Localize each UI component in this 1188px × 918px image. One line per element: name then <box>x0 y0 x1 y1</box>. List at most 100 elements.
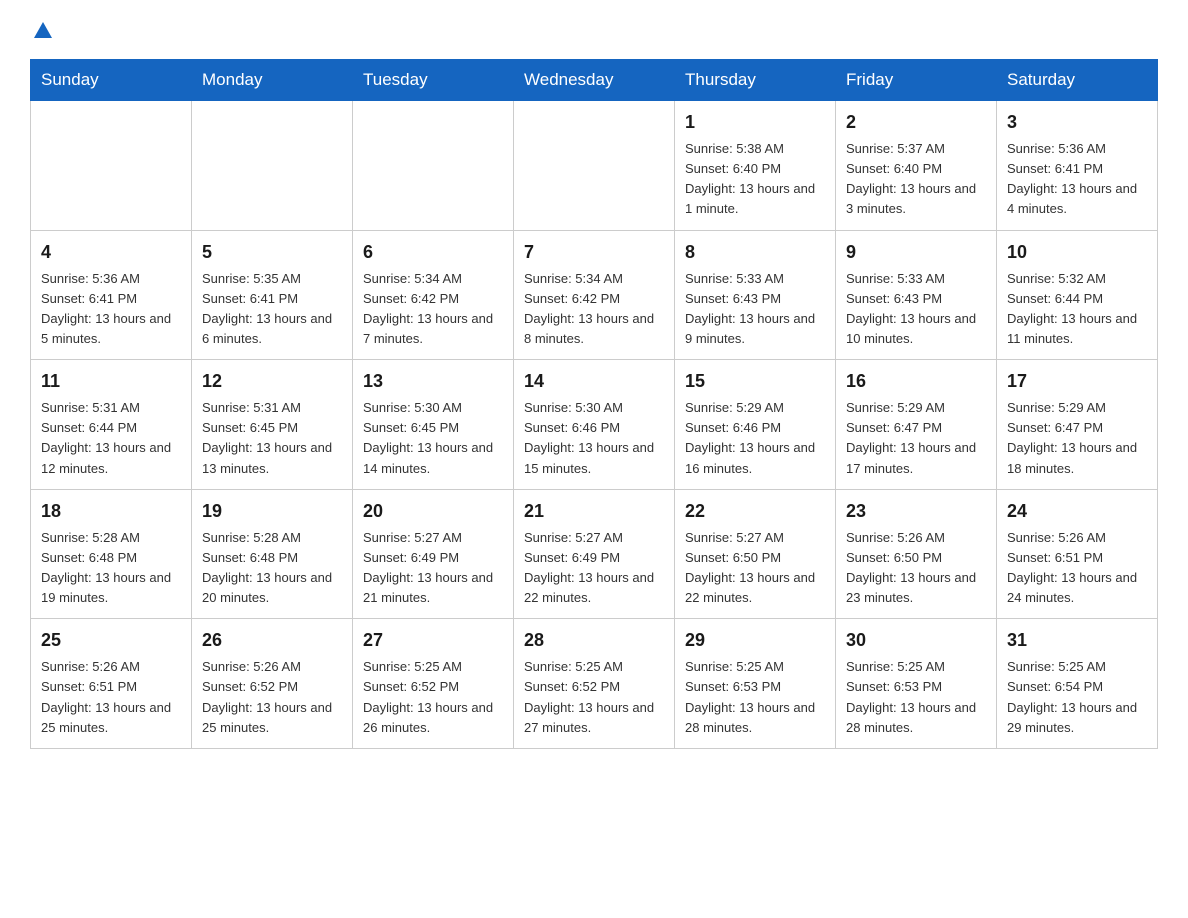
day-info: Sunrise: 5:28 AM Sunset: 6:48 PM Dayligh… <box>202 528 342 609</box>
calendar-day-cell: 4 Sunrise: 5:36 AM Sunset: 6:41 PM Daylig… <box>31 230 192 360</box>
day-number: 18 <box>41 498 181 525</box>
calendar-day-cell: 12 Sunrise: 5:31 AM Sunset: 6:45 PM Dayli… <box>192 360 353 490</box>
calendar-day-cell: 17Sunrise: 5:29 AM Sunset: 6:47 PM Dayli… <box>997 360 1158 490</box>
day-info: Sunrise: 5:26 AM Sunset: 6:52 PM Dayligh… <box>202 657 342 738</box>
calendar-day-cell: 6 Sunrise: 5:34 AM Sunset: 6:42 PM Daylig… <box>353 230 514 360</box>
calendar-day-cell: 19 Sunrise: 5:28 AM Sunset: 6:48 PM Dayli… <box>192 489 353 619</box>
weekday-header-cell: Thursday <box>675 60 836 101</box>
day-info: Sunrise: 5:25 AM Sunset: 6:52 PM Dayligh… <box>524 657 664 738</box>
logo-triangle-icon <box>32 20 54 42</box>
calendar-day-cell: 10 Sunrise: 5:32 AM Sunset: 6:44 PM Dayli… <box>997 230 1158 360</box>
day-info: Sunrise: 5:32 AM Sunset: 6:44 PM Dayligh… <box>1007 269 1147 350</box>
day-info: Sunrise: 5:30 AM Sunset: 6:46 PM Dayligh… <box>524 398 664 479</box>
calendar-day-cell: 23 Sunrise: 5:26 AM Sunset: 6:50 PM Dayli… <box>836 489 997 619</box>
day-info: Sunrise: 5:27 AM Sunset: 6:49 PM Dayligh… <box>363 528 503 609</box>
day-info: Sunrise: 5:25 AM Sunset: 6:53 PM Dayligh… <box>685 657 825 738</box>
day-number: 24 <box>1007 498 1147 525</box>
day-info: Sunrise: 5:34 AM Sunset: 6:42 PM Dayligh… <box>524 269 664 350</box>
calendar-day-cell <box>514 101 675 231</box>
calendar-day-cell: 26 Sunrise: 5:26 AM Sunset: 6:52 PM Dayli… <box>192 619 353 749</box>
day-info: Sunrise: 5:30 AM Sunset: 6:45 PM Dayligh… <box>363 398 503 479</box>
day-info: Sunrise: 5:26 AM Sunset: 6:51 PM Dayligh… <box>41 657 181 738</box>
day-number: 16 <box>846 368 986 395</box>
calendar-day-cell: 28 Sunrise: 5:25 AM Sunset: 6:52 PM Dayli… <box>514 619 675 749</box>
day-info: Sunrise: 5:25 AM Sunset: 6:54 PM Dayligh… <box>1007 657 1147 738</box>
calendar-day-cell: 29 Sunrise: 5:25 AM Sunset: 6:53 PM Dayli… <box>675 619 836 749</box>
day-info: Sunrise: 5:27 AM Sunset: 6:49 PM Dayligh… <box>524 528 664 609</box>
day-info: Sunrise: 5:36 AM Sunset: 6:41 PM Dayligh… <box>41 269 181 350</box>
page-header <box>30 20 1158 43</box>
day-info: Sunrise: 5:29 AM Sunset: 6:46 PM Dayligh… <box>685 398 825 479</box>
day-info: Sunrise: 5:33 AM Sunset: 6:43 PM Dayligh… <box>685 269 825 350</box>
day-number: 2 <box>846 109 986 136</box>
calendar-day-cell: 13 Sunrise: 5:30 AM Sunset: 6:45 PM Dayli… <box>353 360 514 490</box>
calendar-day-cell: 3 Sunrise: 5:36 AM Sunset: 6:41 PM Daylig… <box>997 101 1158 231</box>
day-info: Sunrise: 5:27 AM Sunset: 6:50 PM Dayligh… <box>685 528 825 609</box>
day-number: 21 <box>524 498 664 525</box>
calendar-day-cell: 18 Sunrise: 5:28 AM Sunset: 6:48 PM Dayli… <box>31 489 192 619</box>
weekday-header-cell: Sunday <box>31 60 192 101</box>
day-number: 22 <box>685 498 825 525</box>
day-info: Sunrise: 5:29 AM Sunset: 6:47 PM Dayligh… <box>846 398 986 479</box>
day-info: Sunrise: 5:38 AM Sunset: 6:40 PM Dayligh… <box>685 139 825 220</box>
weekday-header-cell: Tuesday <box>353 60 514 101</box>
day-number: 8 <box>685 239 825 266</box>
weekday-header-cell: Saturday <box>997 60 1158 101</box>
day-number: 20 <box>363 498 503 525</box>
calendar-day-cell: 7 Sunrise: 5:34 AM Sunset: 6:42 PM Daylig… <box>514 230 675 360</box>
day-number: 12 <box>202 368 342 395</box>
day-number: 3 <box>1007 109 1147 136</box>
day-number: 13 <box>363 368 503 395</box>
day-info: Sunrise: 5:26 AM Sunset: 6:50 PM Dayligh… <box>846 528 986 609</box>
day-number: 26 <box>202 627 342 654</box>
calendar-week-row: 11 Sunrise: 5:31 AM Sunset: 6:44 PM Dayli… <box>31 360 1158 490</box>
day-number: 6 <box>363 239 503 266</box>
day-info: Sunrise: 5:36 AM Sunset: 6:41 PM Dayligh… <box>1007 139 1147 220</box>
day-number: 31 <box>1007 627 1147 654</box>
day-number: 23 <box>846 498 986 525</box>
day-number: 30 <box>846 627 986 654</box>
calendar-day-cell: 20 Sunrise: 5:27 AM Sunset: 6:49 PM Dayli… <box>353 489 514 619</box>
calendar-day-cell: 27 Sunrise: 5:25 AM Sunset: 6:52 PM Dayli… <box>353 619 514 749</box>
weekday-header-row: SundayMondayTuesdayWednesdayThursdayFrid… <box>31 60 1158 101</box>
calendar-day-cell: 9Sunrise: 5:33 AM Sunset: 6:43 PM Daylig… <box>836 230 997 360</box>
calendar-day-cell: 8 Sunrise: 5:33 AM Sunset: 6:43 PM Daylig… <box>675 230 836 360</box>
day-number: 19 <box>202 498 342 525</box>
weekday-header-cell: Monday <box>192 60 353 101</box>
calendar-day-cell: 11 Sunrise: 5:31 AM Sunset: 6:44 PM Dayli… <box>31 360 192 490</box>
day-number: 15 <box>685 368 825 395</box>
calendar-week-row: 25Sunrise: 5:26 AM Sunset: 6:51 PM Dayli… <box>31 619 1158 749</box>
calendar-table: SundayMondayTuesdayWednesdayThursdayFrid… <box>30 59 1158 749</box>
calendar-day-cell: 30Sunrise: 5:25 AM Sunset: 6:53 PM Dayli… <box>836 619 997 749</box>
day-number: 28 <box>524 627 664 654</box>
day-info: Sunrise: 5:35 AM Sunset: 6:41 PM Dayligh… <box>202 269 342 350</box>
calendar-day-cell: 24 Sunrise: 5:26 AM Sunset: 6:51 PM Dayli… <box>997 489 1158 619</box>
day-info: Sunrise: 5:25 AM Sunset: 6:52 PM Dayligh… <box>363 657 503 738</box>
calendar-week-row: 1 Sunrise: 5:38 AM Sunset: 6:40 PM Daylig… <box>31 101 1158 231</box>
calendar-day-cell <box>192 101 353 231</box>
day-number: 1 <box>685 109 825 136</box>
day-info: Sunrise: 5:31 AM Sunset: 6:45 PM Dayligh… <box>202 398 342 479</box>
calendar-day-cell: 1 Sunrise: 5:38 AM Sunset: 6:40 PM Daylig… <box>675 101 836 231</box>
weekday-header-cell: Friday <box>836 60 997 101</box>
day-number: 29 <box>685 627 825 654</box>
day-number: 9 <box>846 239 986 266</box>
day-number: 7 <box>524 239 664 266</box>
day-number: 10 <box>1007 239 1147 266</box>
day-number: 27 <box>363 627 503 654</box>
calendar-day-cell: 5Sunrise: 5:35 AM Sunset: 6:41 PM Daylig… <box>192 230 353 360</box>
day-info: Sunrise: 5:26 AM Sunset: 6:51 PM Dayligh… <box>1007 528 1147 609</box>
day-number: 11 <box>41 368 181 395</box>
calendar-day-cell: 15 Sunrise: 5:29 AM Sunset: 6:46 PM Dayli… <box>675 360 836 490</box>
day-info: Sunrise: 5:28 AM Sunset: 6:48 PM Dayligh… <box>41 528 181 609</box>
day-info: Sunrise: 5:29 AM Sunset: 6:47 PM Dayligh… <box>1007 398 1147 479</box>
day-number: 14 <box>524 368 664 395</box>
day-info: Sunrise: 5:37 AM Sunset: 6:40 PM Dayligh… <box>846 139 986 220</box>
calendar-day-cell: 25Sunrise: 5:26 AM Sunset: 6:51 PM Dayli… <box>31 619 192 749</box>
calendar-day-cell: 2 Sunrise: 5:37 AM Sunset: 6:40 PM Daylig… <box>836 101 997 231</box>
calendar-week-row: 18 Sunrise: 5:28 AM Sunset: 6:48 PM Dayli… <box>31 489 1158 619</box>
logo <box>30 20 54 43</box>
day-info: Sunrise: 5:31 AM Sunset: 6:44 PM Dayligh… <box>41 398 181 479</box>
day-number: 4 <box>41 239 181 266</box>
day-info: Sunrise: 5:34 AM Sunset: 6:42 PM Dayligh… <box>363 269 503 350</box>
